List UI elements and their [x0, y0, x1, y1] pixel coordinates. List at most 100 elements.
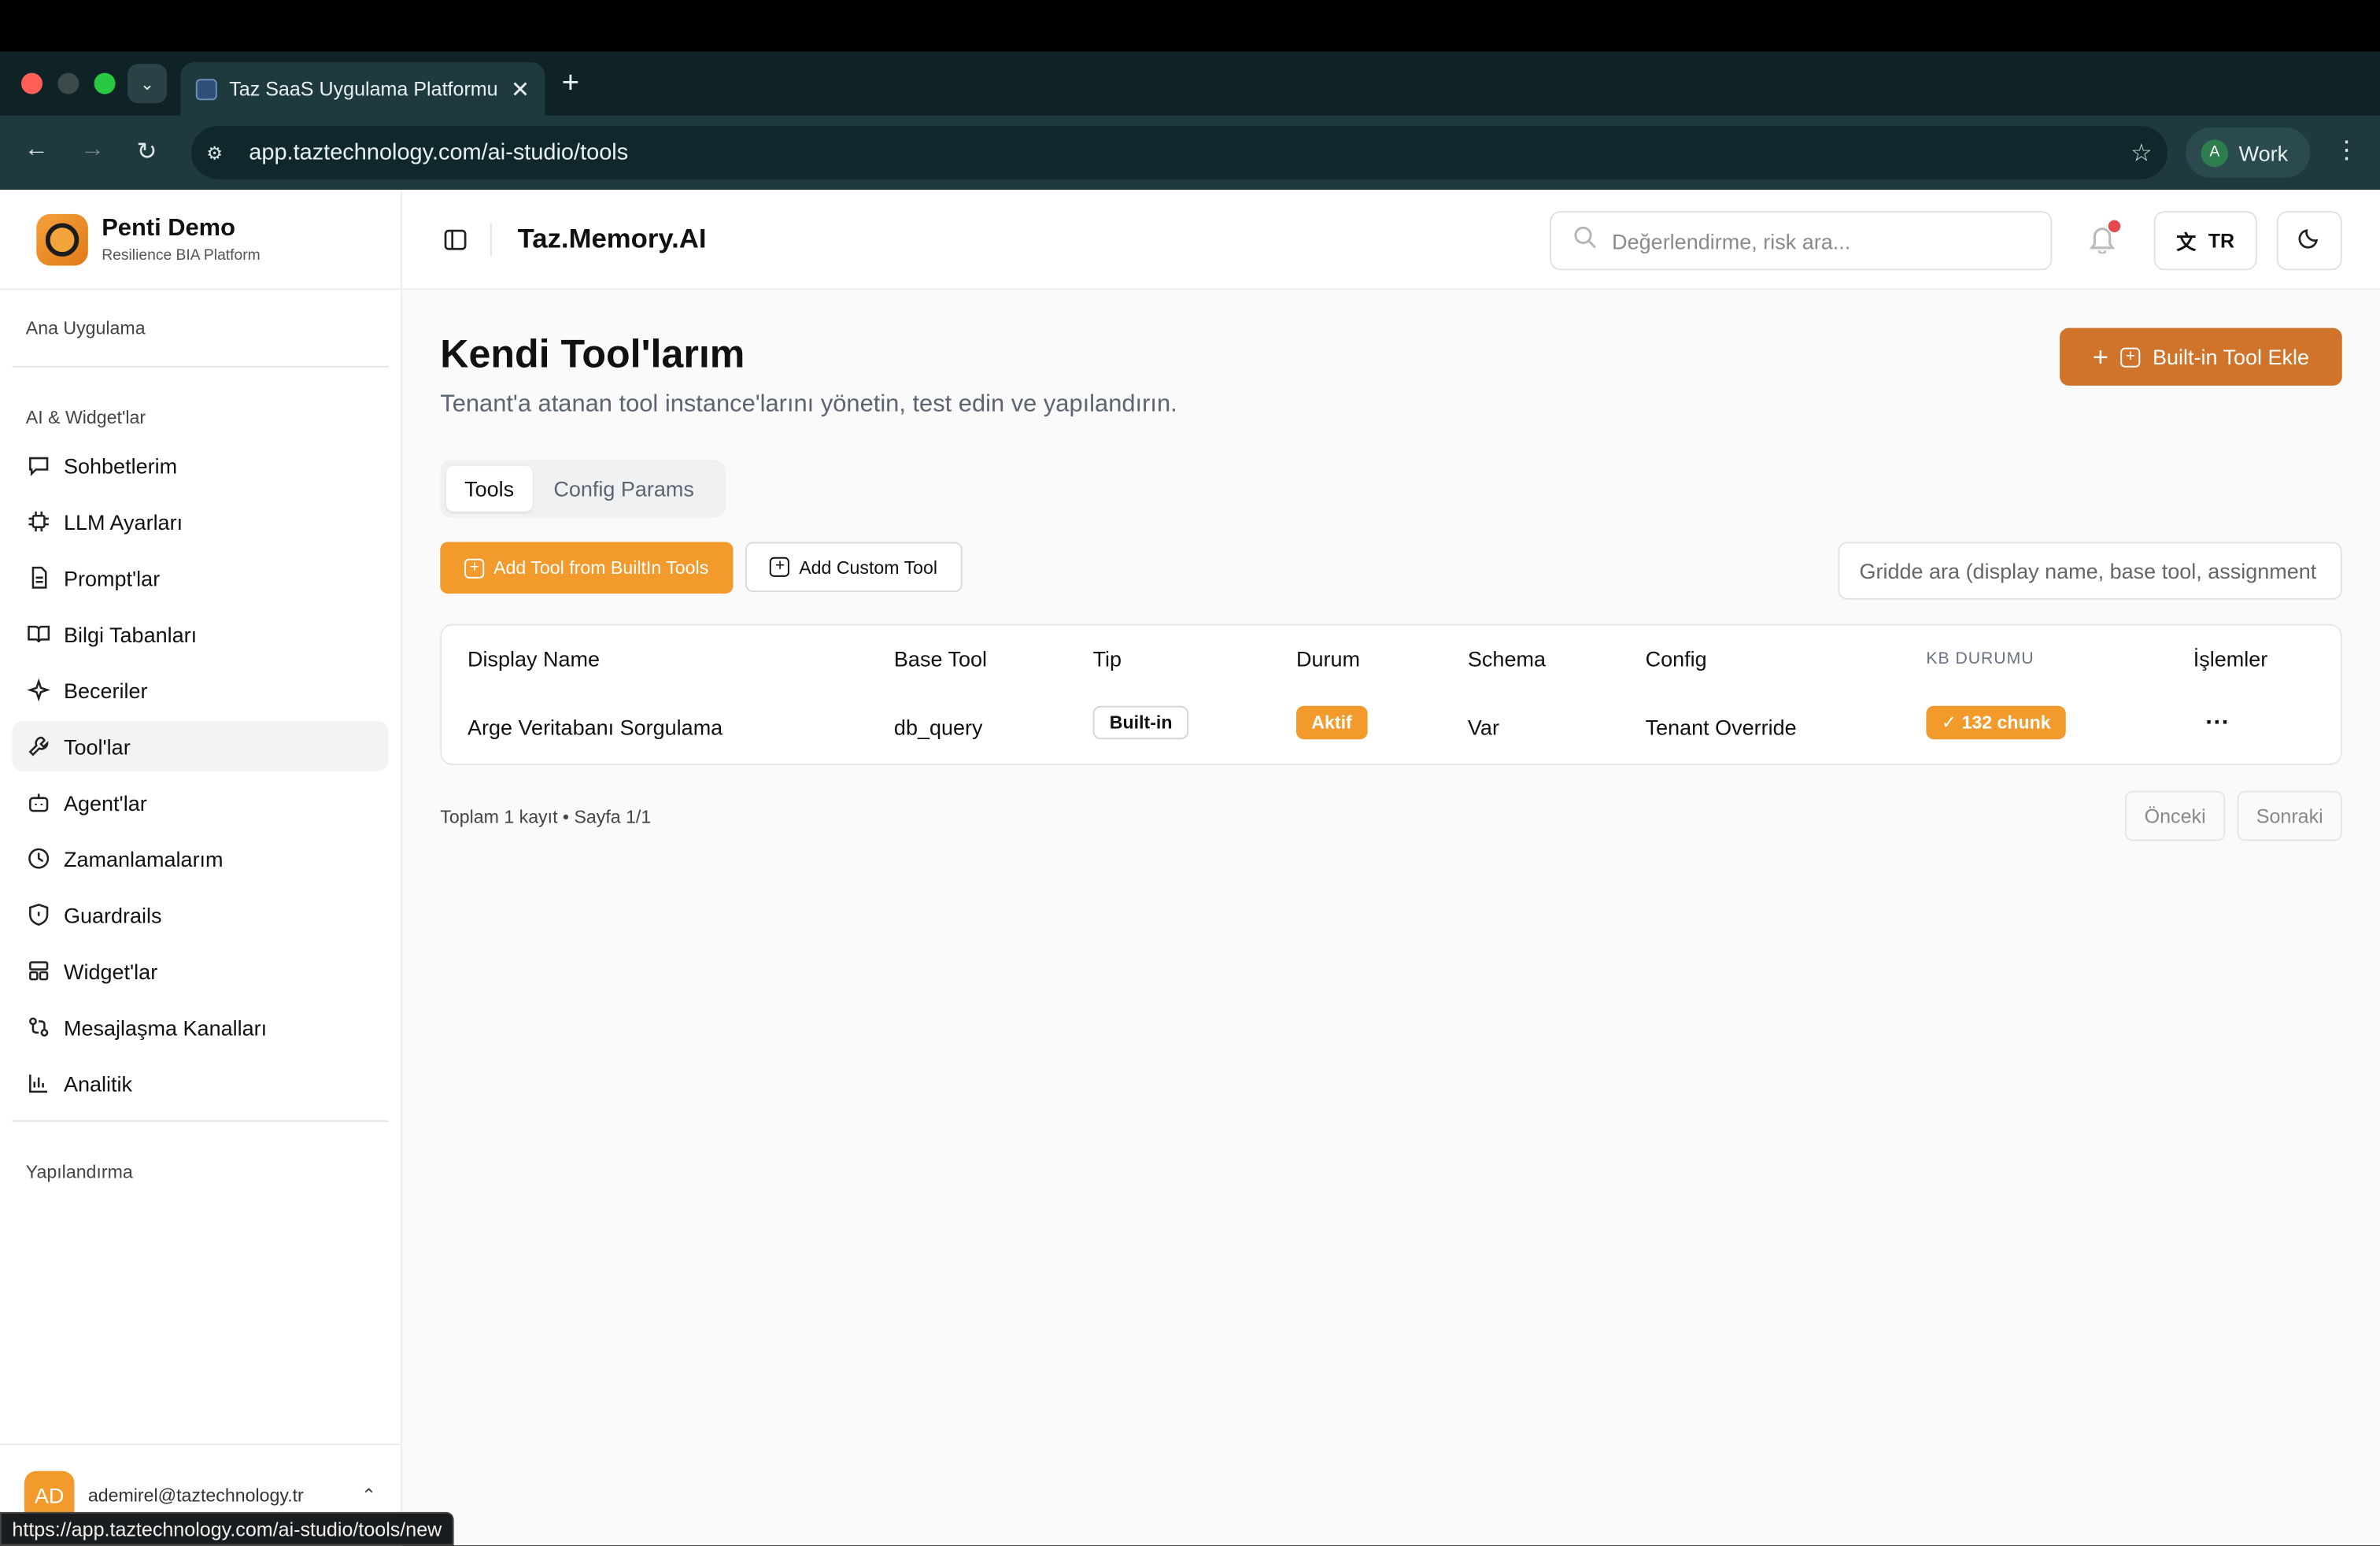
section-label-main[interactable]: Ana Uygulama: [0, 317, 401, 338]
bot-icon: [26, 790, 50, 815]
button-label: Add Tool from BuiltIn Tools: [493, 557, 709, 579]
search-placeholder: Değerlendirme, risk ara...: [1612, 228, 1851, 253]
row-actions-icon[interactable]: ···: [2205, 711, 2230, 738]
next-page-button[interactable]: Sonraki: [2237, 790, 2342, 841]
column-header[interactable]: Display Name: [468, 647, 600, 671]
divider: [12, 1120, 389, 1123]
sidebar-item-promptlar[interactable]: Prompt'lar: [12, 553, 388, 603]
column-header[interactable]: Durum: [1296, 647, 1360, 671]
sidebar-item-label: Prompt'lar: [63, 565, 161, 590]
prev-page-button[interactable]: Önceki: [2124, 790, 2226, 841]
close-window-button[interactable]: [20, 72, 42, 94]
page-subtitle: Tenant'a atanan tool instance'larını yön…: [440, 391, 1177, 418]
sidebar-item-analitik[interactable]: Analitik: [12, 1058, 388, 1108]
sidebar-item-beceriler[interactable]: Beceriler: [12, 665, 388, 716]
sidebar-item-label: Bilgi Tabanları: [63, 621, 198, 646]
status-bar-url: https://app.taztechnology.com/ai-studio/…: [0, 1511, 454, 1546]
plus-square-icon: +: [770, 557, 790, 577]
sidebar-item-label: Guardrails: [63, 902, 162, 927]
moon-icon: [2298, 225, 2321, 256]
book-icon: [26, 622, 50, 646]
reload-icon[interactable]: ↻: [137, 137, 157, 168]
new-tab-icon[interactable]: +: [562, 67, 580, 102]
sidebar-item-sohbetlerim[interactable]: Sohbetlerim: [12, 440, 388, 490]
chevron-up-icon: ⌃: [360, 1485, 377, 1507]
tab-title: Taz SaaS Uygulama Platformu: [229, 77, 498, 101]
sidebar-item-toollar[interactable]: Tool'lar: [12, 721, 389, 771]
language-label: TR: [2208, 229, 2235, 253]
language-button[interactable]: 文 TR: [2153, 211, 2257, 271]
document-icon: [26, 565, 50, 590]
address-bar[interactable]: ⚙ app.taztechnology.com/ai-studio/tools …: [190, 126, 2168, 179]
global-search-input[interactable]: Değerlendirme, risk ara...: [1550, 211, 2053, 271]
brand-title: Penti Demo: [102, 214, 235, 241]
sidebar-item-label: Analitik: [63, 1071, 133, 1096]
column-header[interactable]: Tip: [1093, 647, 1122, 671]
browser-menu-icon[interactable]: ⋮: [2334, 135, 2359, 166]
add-builtin-tool-button[interactable]: + + Built-in Tool Ekle: [2060, 327, 2342, 386]
sidebar-item-widgetlar[interactable]: Widget'lar: [12, 945, 388, 996]
sidebar-item-bilgi-tabanlari[interactable]: Bilgi Tabanları: [12, 608, 388, 659]
chat-icon: [26, 453, 50, 478]
sparkle-icon: [26, 678, 50, 702]
sidebar-item-zamanlamalarim[interactable]: Zamanlamalarım: [12, 834, 388, 884]
kb-status-badge: ✓ 132 chunk: [1926, 705, 2066, 740]
sidebar: Penti Demo Resilience BIA Platform Ana U…: [0, 190, 403, 1546]
sidebar-item-label: Zamanlamalarım: [63, 846, 224, 871]
screen: ⌄ Taz SaaS Uygulama Platformu ✕ + ← → ↻ …: [0, 0, 2380, 1546]
app-title: Taz.Memory.AI: [517, 223, 707, 254]
sidebar-item-agentlar[interactable]: Agent'lar: [12, 777, 388, 827]
shield-icon: [26, 903, 50, 927]
plus-icon: +: [2092, 340, 2109, 372]
sidebar-item-guardrails[interactable]: Guardrails: [12, 890, 388, 940]
add-custom-tool-button[interactable]: + Add Custom Tool: [745, 542, 963, 593]
browser-tab[interactable]: Taz SaaS Uygulama Platformu ✕: [180, 62, 545, 116]
section-label-ai[interactable]: AI & Widget'lar: [0, 407, 401, 428]
theme-toggle-button[interactable]: [2276, 211, 2342, 271]
tab-tools[interactable]: Tools: [445, 466, 533, 512]
tab-list: Tools Config Params: [440, 460, 726, 518]
profile-button[interactable]: A Work: [2186, 127, 2311, 178]
maximize-window-button[interactable]: [94, 72, 116, 94]
column-header[interactable]: Base Tool: [894, 647, 987, 671]
tab-strip: ⌄ Taz SaaS Uygulama Platformu ✕ +: [0, 51, 2380, 116]
wrench-icon: [26, 734, 50, 758]
cell-config: Tenant Override: [1645, 715, 1797, 740]
favicon-icon: [195, 78, 217, 100]
section-label-config[interactable]: Yapılandırma: [0, 1161, 401, 1182]
browser-chrome: ⌄ Taz SaaS Uygulama Platformu ✕ + ← → ↻ …: [0, 51, 2380, 190]
plus-square-icon: +: [2120, 346, 2141, 367]
sidebar-item-llm-ayarlari[interactable]: LLM Ayarları: [12, 497, 388, 547]
grid-search-input[interactable]: Gridde ara (display name, base tool, ass…: [1838, 542, 2342, 600]
search-icon: [1572, 224, 1597, 256]
tab-config-params[interactable]: Config Params: [535, 466, 712, 512]
cell-display-name[interactable]: Arge Veritabanı Sorgulama: [468, 715, 722, 739]
column-header[interactable]: KB DURUMU: [1926, 649, 2034, 668]
minimize-window-button[interactable]: [57, 72, 79, 94]
translate-icon: 文: [2176, 231, 2197, 254]
back-icon[interactable]: ←: [24, 137, 49, 165]
type-badge: Built-in: [1092, 705, 1189, 740]
sidebar-item-mesajlasma-kanallari[interactable]: Mesajlaşma Kanalları: [12, 1002, 388, 1052]
cell-base-tool: db_query: [893, 715, 983, 740]
button-label: Add Custom Tool: [799, 556, 938, 578]
profile-label: Work: [2238, 140, 2289, 165]
sidebar-item-label: LLM Ayarları: [63, 509, 183, 534]
sidebar-item-label: Agent'lar: [63, 790, 147, 815]
tab-close-icon[interactable]: ✕: [511, 75, 530, 102]
forward-icon[interactable]: →: [80, 137, 105, 165]
bookmark-star-icon[interactable]: ☆: [2131, 138, 2153, 168]
column-header[interactable]: Schema: [1468, 647, 1546, 671]
sidebar-toggle-icon[interactable]: [443, 227, 468, 252]
cell-schema: Var: [1467, 715, 1499, 740]
column-header[interactable]: Config: [1646, 647, 1707, 671]
tab-search-icon[interactable]: ⌄: [127, 63, 168, 104]
site-settings-icon[interactable]: ⚙: [206, 142, 249, 163]
url-text: app.taztechnology.com/ai-studio/tools: [249, 139, 629, 166]
bar-chart-icon: [26, 1071, 50, 1096]
chip-icon: [26, 509, 50, 534]
channels-icon: [26, 1015, 50, 1039]
brand[interactable]: Penti Demo Resilience BIA Platform: [0, 190, 401, 290]
topbar: Taz.Memory.AI Değerlendirme, risk ara...…: [402, 190, 2380, 290]
add-tool-from-builtin-button[interactable]: + Add Tool from BuiltIn Tools: [440, 542, 734, 594]
